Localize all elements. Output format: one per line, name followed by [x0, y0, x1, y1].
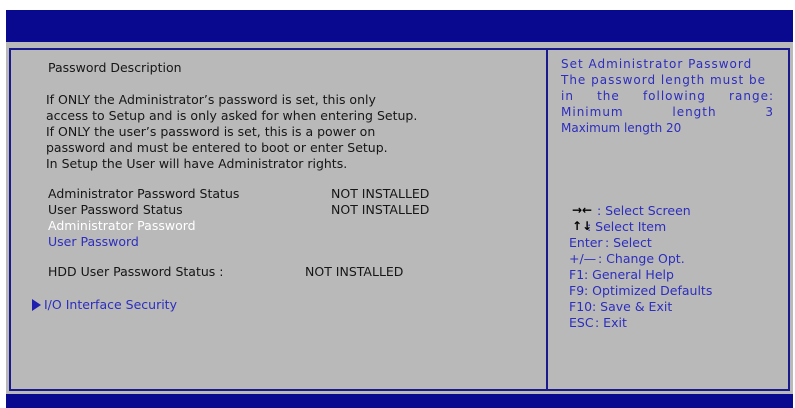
bottom-bar — [6, 394, 793, 408]
change-option-hint: : Change Opt. — [598, 251, 685, 266]
optimized-defaults-hint: : Optimized Defaults — [584, 283, 713, 298]
user-password-status-value: NOT INSTALLED — [331, 202, 430, 217]
enter-key-label: Enter — [569, 235, 603, 250]
esc-key-label: ESC — [569, 315, 594, 330]
f9-key-label: F9 — [569, 283, 585, 298]
exit-hint: : Exit — [595, 315, 627, 330]
panel-divider — [546, 48, 548, 391]
select-screen-hint: : Select Screen — [597, 203, 691, 218]
description-line: If ONLY the Administrator’s password is … — [46, 92, 376, 107]
hdd-user-password-status-value: NOT INSTALLED — [305, 264, 404, 279]
top-title-bar — [6, 10, 793, 42]
user-password-status-label: User Password Status — [48, 202, 183, 217]
admin-password-status-value: NOT INSTALLED — [331, 186, 430, 201]
administrator-password-item[interactable]: Administrator Password — [48, 218, 196, 234]
general-help-hint: : General Help — [584, 267, 674, 282]
select-item-hint: : Select Item — [587, 219, 667, 234]
io-interface-security-item[interactable]: I/O Interface Security — [44, 297, 177, 313]
description-line: In Setup the User will have Administrato… — [46, 156, 348, 171]
help-text-line: Set Administrator Password — [561, 57, 753, 71]
admin-password-status-label: Administrator Password Status — [48, 186, 240, 201]
save-exit-hint: : Save & Exit — [592, 299, 673, 314]
description-line: access to Setup and is only asked for wh… — [46, 108, 418, 123]
help-text-line: Minimum length 3 — [561, 105, 774, 119]
user-password-item[interactable]: User Password — [48, 234, 139, 250]
help-text-line: Maximum length 20 — [561, 121, 682, 135]
help-text-line: in the following range: — [561, 89, 774, 103]
description-line: If ONLY the user’s password is set, this… — [46, 124, 376, 139]
help-text-line: The password length must be — [561, 73, 767, 87]
description-line: password and must be entered to boot or … — [46, 140, 388, 155]
select-hint: : Select — [605, 235, 652, 250]
password-description-title: Password Description — [48, 60, 182, 75]
f1-key-label: F1 — [569, 267, 585, 282]
plus-minus-key-label: +/— — [569, 251, 597, 266]
left-right-arrows-icon: →← — [572, 203, 593, 217]
f10-key-label: F10 — [569, 299, 593, 314]
hdd-user-password-status-label: HDD User Password Status : — [48, 264, 224, 279]
submenu-arrow-icon — [32, 299, 41, 311]
